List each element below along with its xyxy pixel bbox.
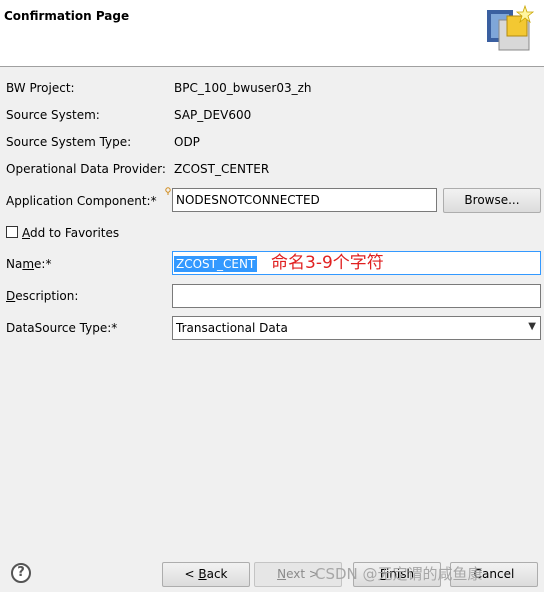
naming-annotation: 命名3-9个字符 [271, 253, 384, 273]
datasource-type-select[interactable]: Transactional Data ▼ [172, 316, 541, 340]
source-system-label: Source System: [6, 108, 100, 122]
source-system-type-value: ODP [174, 135, 200, 149]
datasource-type-label: DataSource Type:* [6, 321, 118, 335]
bw-project-label: BW Project: [6, 81, 75, 95]
add-to-favorites-label: Add to Favorites [22, 226, 120, 240]
help-icon[interactable]: ? [11, 563, 31, 583]
source-system-value: SAP_DEV600 [174, 108, 252, 122]
app-component-input[interactable]: NODESNOTCONNECTED [172, 188, 437, 212]
app-component-value: NODESNOTCONNECTED [176, 193, 320, 207]
add-to-favorites-checkbox[interactable] [6, 226, 18, 238]
odp-value: ZCOST_CENTER [174, 162, 270, 176]
cancel-button[interactable]: Cancel [450, 562, 538, 587]
finish-button[interactable]: Finish [353, 562, 441, 587]
next-button[interactable]: Next > [254, 562, 342, 587]
wizard-icon [487, 4, 535, 51]
description-label: Description: [6, 289, 79, 303]
datasource-type-value: Transactional Data [176, 321, 288, 335]
chevron-down-icon[interactable]: ▼ [528, 321, 536, 332]
back-button[interactable]: < Back [162, 562, 250, 587]
browse-button[interactable]: Browse... [443, 188, 541, 213]
description-input[interactable] [172, 284, 541, 308]
source-system-type-label: Source System Type: [6, 135, 132, 149]
bw-project-value: BPC_100_bwuser03_zh [174, 81, 312, 95]
page-title: Confirmation Page [4, 9, 130, 23]
odp-label: Operational Data Provider: [6, 162, 166, 176]
app-component-label: Application Component:* [6, 194, 157, 208]
name-value-selected: ZCOST_CENT [174, 256, 258, 272]
name-label: Name:* [6, 257, 52, 271]
content-assist-icon [165, 184, 171, 195]
wizard-header: Confirmation Page [0, 0, 544, 67]
